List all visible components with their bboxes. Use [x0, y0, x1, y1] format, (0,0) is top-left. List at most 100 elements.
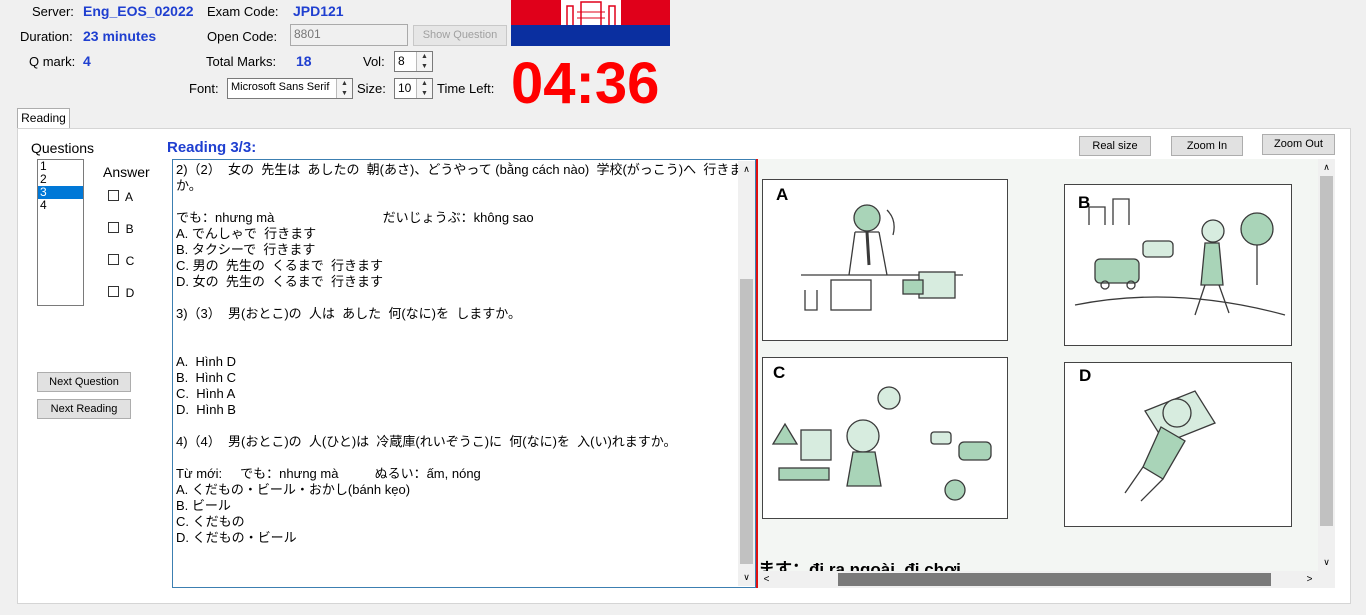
time-left-timer: 04:36: [511, 51, 660, 116]
next-question-button[interactable]: Next Question: [37, 372, 131, 392]
chevron-up-icon[interactable]: ▲: [337, 79, 352, 89]
size-spinner[interactable]: ▲ ▼: [416, 79, 432, 98]
image-vscrollbar[interactable]: ∧ ∨: [1318, 159, 1335, 571]
reading-line: [176, 194, 752, 210]
office-phone-icon: [801, 204, 963, 311]
reading-title: Reading 3/3:: [167, 139, 257, 156]
answer-option-c[interactable]: C: [108, 254, 134, 268]
next-reading-button[interactable]: Next Reading: [37, 399, 131, 419]
reading-line: [176, 418, 752, 434]
reading-line: D. くだもの・ビール: [176, 530, 297, 545]
reading-line: A. でんしゃで 行きます: [176, 226, 317, 241]
size-label: Size:: [357, 81, 386, 96]
vol-spinner[interactable]: ▲ ▼: [416, 52, 432, 71]
scroll-left-icon[interactable]: <: [758, 571, 775, 588]
checkbox[interactable]: [108, 190, 119, 201]
qmark-label: Q mark:: [29, 54, 76, 69]
chevron-down-icon[interactable]: ▼: [337, 89, 352, 99]
answer-option-label: B: [125, 222, 134, 236]
lying-down-icon: [1124, 390, 1216, 502]
checkbox[interactable]: [108, 254, 119, 265]
zoom-in-button[interactable]: Zoom In: [1171, 136, 1243, 156]
open-code-field[interactable]: 8801: [290, 24, 408, 46]
reading-scrollbar[interactable]: ∧ ∨: [738, 161, 755, 586]
reading-line: C. Hình A: [176, 386, 236, 401]
checkbox[interactable]: [108, 286, 119, 297]
chevron-up-icon[interactable]: ▲: [417, 79, 432, 89]
answer-option-b[interactable]: B: [108, 222, 134, 236]
duration-value: 23 minutes: [83, 28, 157, 44]
reading-line: A. Hình D: [176, 354, 236, 369]
scroll-right-icon[interactable]: >: [1301, 571, 1318, 588]
show-question-button[interactable]: Show Question: [413, 25, 507, 46]
question-item[interactable]: 4: [38, 199, 83, 212]
reading-text-area[interactable]: 2)（2） 女の 先生は あしたの 朝(あさ)、どうやって (bằng cách…: [172, 159, 756, 588]
font-spinner[interactable]: ▲ ▼: [336, 79, 352, 98]
checkbox[interactable]: [108, 222, 119, 233]
picture-frame-b: [1064, 184, 1292, 346]
reading-line: D. 女の 先生の くるまで 行きます: [176, 274, 384, 289]
scroll-corner: [1318, 571, 1335, 588]
reading-text: 2)（2） 女の 先生は あしたの 朝(あさ)、どうやって (bằng cách…: [176, 162, 756, 546]
scroll-down-icon[interactable]: ∨: [738, 569, 755, 586]
reading-line: [176, 322, 752, 338]
total-marks-label: Total Marks:: [206, 54, 277, 69]
server-value: Eng_EOS_02022: [83, 3, 194, 19]
reading-line: [176, 290, 752, 306]
chevron-down-icon[interactable]: ▼: [417, 89, 432, 99]
reading-line: Từ mới: でも：nhưng mà ぬるい：ấm, nóng: [176, 466, 481, 481]
picture-label-a: A: [776, 185, 789, 204]
time-left-label: Time Left:: [437, 81, 495, 96]
scroll-thumb[interactable]: [740, 279, 753, 564]
size-stepper[interactable]: 10 ▲ ▼: [394, 78, 433, 99]
picture-label-b: B: [1078, 193, 1091, 212]
scroll-up-icon[interactable]: ∧: [1318, 159, 1335, 176]
picture-label-c: C: [773, 363, 786, 382]
picture-frame-a: [762, 179, 1008, 341]
vol-value: 8: [398, 54, 405, 68]
zoom-out-button[interactable]: Zoom Out: [1262, 134, 1335, 155]
answer-option-label: A: [125, 190, 134, 204]
vol-label: Vol:: [363, 54, 385, 69]
reading-line: B. ビール: [176, 498, 231, 513]
exam-code-value: JPD121: [293, 3, 344, 19]
flag-image: [511, 0, 670, 46]
picture-frame-d: [1064, 362, 1292, 527]
reading-line: A. くだもの・ビール・おかし(bánh kẹo): [176, 482, 411, 497]
scroll-down-icon[interactable]: ∨: [1318, 554, 1335, 571]
reading-line: C. くだもの: [176, 514, 245, 529]
reading-line: [176, 450, 752, 466]
flag-bottom: [511, 25, 670, 46]
scroll-up-icon[interactable]: ∧: [738, 161, 755, 178]
answer-label: Answer: [103, 164, 150, 180]
reading-line: か。: [176, 178, 202, 193]
reading-line: でも：nhưng mà だいじょうぶ：không sao: [176, 210, 534, 225]
font-label: Font:: [189, 81, 219, 96]
scroll-thumb[interactable]: [1320, 176, 1333, 526]
answer-option-label: C: [125, 254, 135, 268]
server-label: Server:: [32, 4, 74, 19]
reading-line: C. 男の 先生の くるまで 行きます: [176, 258, 384, 273]
temple-icon: [561, 0, 621, 25]
font-select[interactable]: Microsoft Sans Serif ▲ ▼: [227, 78, 353, 99]
chevron-down-icon[interactable]: ▼: [417, 62, 432, 72]
chevron-up-icon[interactable]: ▲: [417, 52, 432, 62]
reading-line: B. Hình C: [176, 370, 236, 385]
tab-reading[interactable]: Reading: [17, 108, 70, 129]
kids-playing-icon: [771, 386, 992, 501]
image-viewer[interactable]: A B C D ます：đi ra ngoài, đi chơi ∧ ∨ < >: [758, 159, 1335, 588]
questions-list[interactable]: 1 2 3 4: [37, 159, 84, 306]
answer-option-label: D: [125, 286, 135, 300]
answer-option-d[interactable]: D: [108, 286, 134, 300]
exam-picture: A B C D ます：đi ra ngoài, đi chơi: [758, 159, 1318, 579]
vol-stepper[interactable]: 8 ▲ ▼: [394, 51, 433, 72]
image-hscrollbar[interactable]: < >: [758, 571, 1318, 588]
reading-line: 4)（4） 男(おとこ)の 人(ひと)は 冷蔵庫(れいぞうこ)に 何(なに)を …: [176, 434, 677, 449]
duration-label: Duration:: [20, 29, 73, 44]
reading-line: 2)（2） 女の 先生は あしたの 朝(あさ)、どうやって (bằng cách…: [176, 162, 756, 177]
open-code-label: Open Code:: [207, 29, 278, 44]
scroll-thumb[interactable]: [838, 573, 1271, 586]
real-size-button[interactable]: Real size: [1079, 136, 1151, 156]
answer-option-a[interactable]: A: [108, 190, 133, 204]
font-value: Microsoft Sans Serif: [231, 81, 330, 93]
